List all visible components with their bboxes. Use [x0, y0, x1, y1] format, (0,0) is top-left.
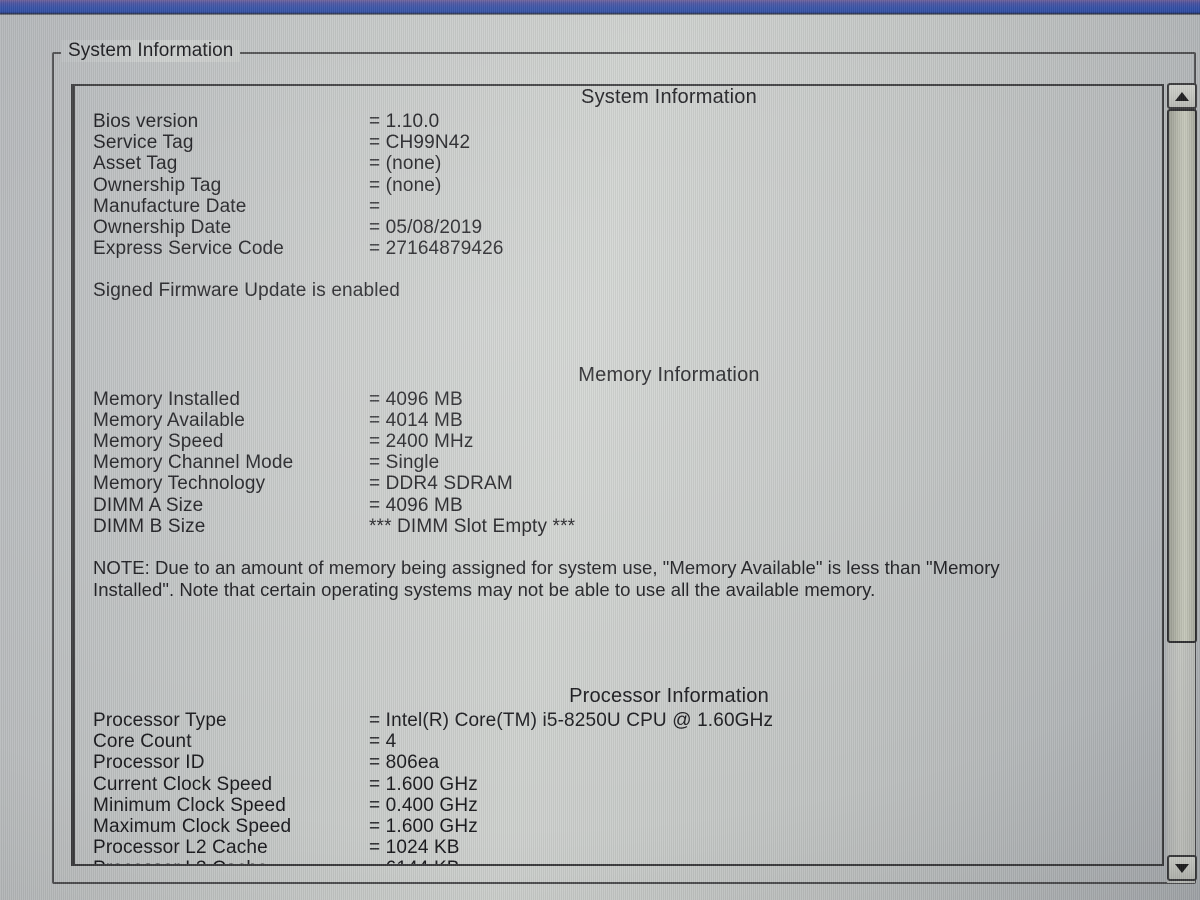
info-row-label: Memory Channel Mode — [93, 452, 294, 474]
system-information-groupbox: System Information System Information Bio… — [52, 40, 1197, 884]
info-row-label: Memory Speed — [93, 431, 224, 452]
info-row: Processor L3 Cache = 6144 KB — [73, 858, 1162, 864]
info-row: Minimum Clock Speed = 0.400 GHz — [73, 795, 1162, 816]
info-row-value: = Single — [369, 452, 440, 474]
info-row-value: = DDR4 SDRAM — [369, 473, 513, 495]
info-row: Maximum Clock Speed = 1.600 GHz — [73, 816, 1162, 837]
info-row-label: Memory Installed — [93, 388, 241, 410]
info-row: Processor ID = 806ea — [73, 752, 1162, 773]
info-row-label: Ownership Tag — [93, 174, 222, 196]
section-heading: System Information — [581, 86, 757, 108]
info-row-label: Processor L2 Cache — [93, 837, 268, 859]
info-row-value: = 4096 MB — [369, 388, 463, 410]
scroll-down-button[interactable] — [1167, 855, 1197, 881]
info-row-value: = 2400 MHz — [369, 431, 474, 452]
scrollbar-thumb[interactable] — [1167, 109, 1197, 643]
info-row-value: = 1.600 GHz — [369, 816, 478, 837]
section-heading: Memory Information — [578, 363, 760, 386]
info-row-label: Bios version — [93, 111, 199, 132]
info-row: Ownership Tag = (none) — [73, 175, 1162, 196]
info-row-value: = 4096 MB — [369, 494, 463, 516]
section-footer-line: Signed Firmware Update is enabled — [93, 280, 401, 302]
info-row-label: Manufacture Date — [93, 195, 247, 217]
info-row-value: = 05/08/2019 — [369, 217, 483, 238]
info-row-label: DIMM B Size — [93, 515, 206, 537]
info-row-value: *** DIMM Slot Empty *** — [369, 515, 576, 537]
info-row-value: = 4 — [369, 731, 397, 753]
info-row: Memory Speed = 2400 MHz — [73, 431, 1162, 452]
info-row-label: Memory Available — [93, 409, 246, 431]
triangle-up-icon — [1175, 91, 1189, 101]
screen-top-bezel-band — [0, 0, 1200, 14]
info-row: Core Count = 4 — [73, 731, 1162, 752]
info-row: DIMM B Size *** DIMM Slot Empty *** — [73, 516, 1162, 537]
info-row-value: = Intel(R) Core(TM) i5-8250U CPU @ 1.60G… — [369, 710, 774, 731]
info-row: Service Tag = CH99N42 — [73, 132, 1162, 153]
info-row: Bios version = 1.10.0 — [73, 111, 1162, 132]
info-scroll-panel[interactable]: System Information Bios version = 1.10.0 Se… — [71, 84, 1164, 866]
bios-system-information-screen: System Information System Information Bio… — [0, 0, 1200, 900]
info-row-value: = 4014 MB — [369, 409, 463, 431]
info-row: Memory Technology = DDR4 SDRAM — [73, 473, 1162, 494]
info-row-value: = 1024 KB — [369, 837, 460, 859]
info-row-label: Processor L3 Cache — [93, 858, 268, 864]
info-row-label: Service Tag — [93, 132, 194, 154]
info-row-value: = 6144 KB — [369, 858, 460, 864]
info-row-value: = 1.10.0 — [369, 111, 440, 132]
vertical-scrollbar[interactable] — [1163, 83, 1197, 883]
screen-top-bezel-edge — [0, 13, 1200, 15]
info-row-value: = 1.600 GHz — [369, 773, 478, 795]
info-row-label: Express Service Code — [93, 238, 284, 260]
info-row-label: Processor Type — [93, 710, 227, 731]
groupbox-title: System Information — [61, 40, 241, 62]
scroll-up-button[interactable] — [1167, 83, 1197, 109]
info-row: Current Clock Speed = 1.600 GHz — [73, 774, 1162, 795]
info-row-label: Minimum Clock Speed — [93, 794, 286, 816]
info-row-label: Processor ID — [93, 752, 205, 774]
section-heading: Processor Information — [569, 685, 769, 707]
section-note: NOTE: Due to an amount of memory being a… — [93, 557, 1000, 600]
info-row-value: = 27164879426 — [369, 238, 504, 260]
info-row: Express Service Code = 27164879426 — [73, 238, 1162, 259]
info-row: Processor L2 Cache = 1024 KB — [73, 837, 1162, 858]
info-row-label: Current Clock Speed — [93, 773, 273, 795]
info-row: Asset Tag = (none) — [73, 153, 1162, 174]
info-row-label: Asset Tag — [93, 153, 178, 175]
info-row: Memory Channel Mode = Single — [73, 452, 1162, 473]
triangle-down-icon — [1175, 863, 1189, 873]
info-row-value: = (none) — [369, 174, 442, 196]
info-row: Processor Type = Intel(R) Core(TM) i5-825… — [73, 710, 1162, 731]
info-row-value: = — [369, 195, 381, 217]
info-content: System Information Bios version = 1.10.0 Se… — [73, 86, 1162, 864]
info-row-value: = 806ea — [369, 752, 440, 774]
info-row-label: Maximum Clock Speed — [93, 816, 292, 837]
info-row: Memory Installed = 4096 MB — [73, 389, 1162, 410]
info-row-label: DIMM A Size — [93, 494, 204, 516]
info-row-label: Core Count — [93, 731, 192, 753]
info-row-value: = (none) — [369, 153, 442, 175]
info-row: Manufacture Date = — [73, 196, 1162, 217]
info-row: Memory Available = 4014 MB — [73, 410, 1162, 431]
info-row-label: Ownership Date — [93, 217, 232, 238]
info-row-value: = 0.400 GHz — [369, 794, 478, 816]
info-row: DIMM A Size = 4096 MB — [73, 495, 1162, 516]
info-row-label: Memory Technology — [93, 473, 266, 495]
info-row: Ownership Date = 05/08/2019 — [73, 217, 1162, 238]
info-row-value: = CH99N42 — [369, 132, 471, 154]
